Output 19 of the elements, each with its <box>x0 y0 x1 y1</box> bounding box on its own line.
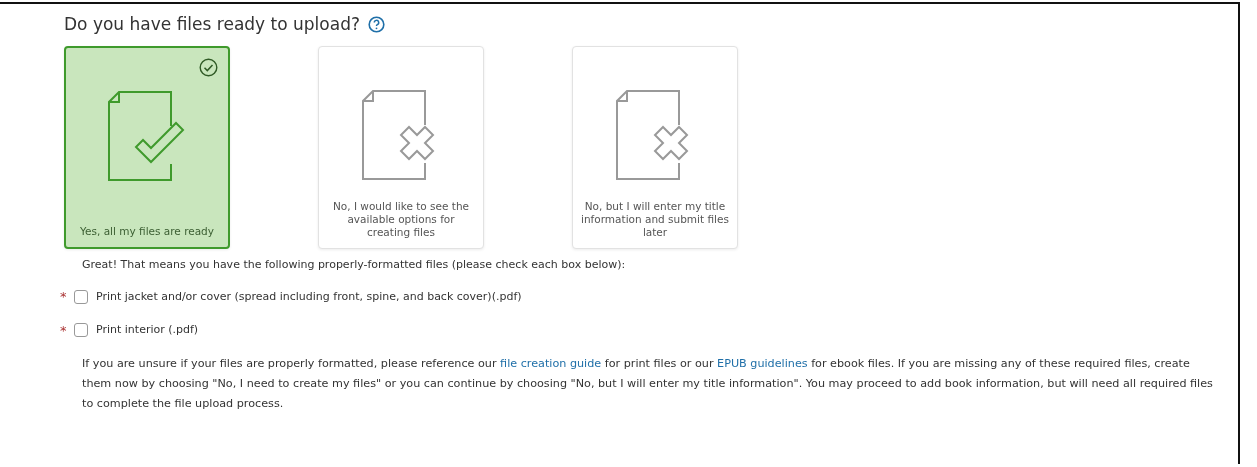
help-icon[interactable] <box>367 16 385 34</box>
intro-text: Great! That means you have the following properly-formatted files (please check each box below): <box>82 256 627 273</box>
link[interactable]: file creation guide <box>500 357 602 370</box>
option-label: No, but I will enter my title information and submit files later <box>580 200 730 240</box>
option-card[interactable]: No, I would like to see the available options for creating files <box>318 45 484 249</box>
link[interactable]: EPUB guidelines <box>717 357 808 370</box>
check-circle-icon <box>199 57 218 77</box>
required-asterisk: * <box>60 288 68 306</box>
checkbox[interactable] <box>74 289 88 304</box>
required-asterisk: * <box>60 321 68 340</box>
checkbox-label: Print interior (.pdf) <box>96 322 199 338</box>
option-card[interactable]: Yes, all my files are ready <box>64 45 230 249</box>
option-card[interactable]: No, but I will enter my title information and submit files later <box>572 45 738 249</box>
note-paragraph: If you are unsure if your files are properly formatted, please reference our file creation guide for print files or our EPUB guidelines for ebook files. If you are missing any of these required files, create them now by choosing "No, I need to create my files" or you can continue by choosing "No, but I will enter my title information". You may proceed to add book information, but will need all required files to complete the file upload process. <box>82 356 1214 412</box>
option-label: Yes, all my files are ready <box>80 225 214 239</box>
checkbox[interactable] <box>74 323 88 338</box>
question-text: Do you have files ready to upload? <box>64 13 360 36</box>
checkbox-label: Print jacket and/or cover (spread including front, spine, and back cover)(.pdf) <box>96 288 522 305</box>
option-label: No, I would like to see the available options for creating files <box>331 200 471 240</box>
